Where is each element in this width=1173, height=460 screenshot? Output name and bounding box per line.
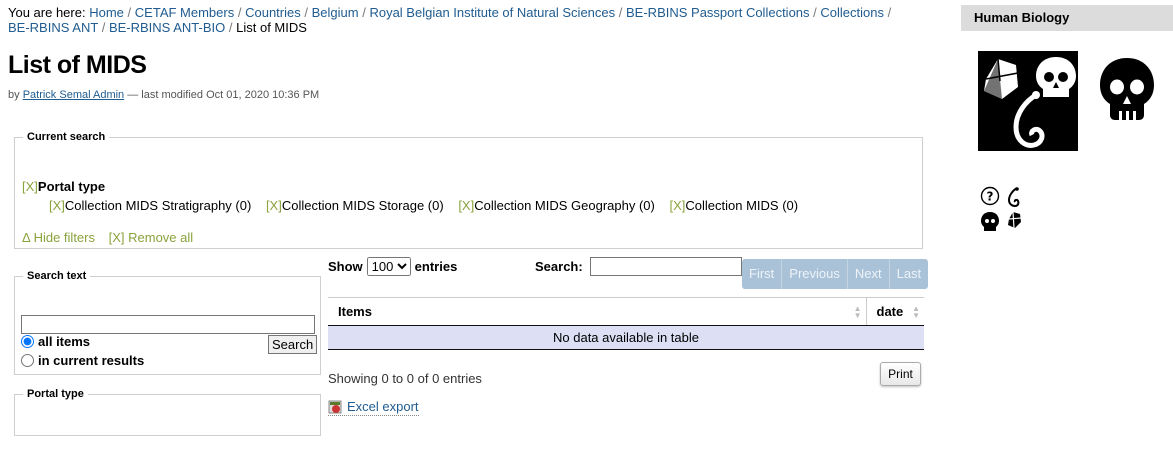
radio-all-items[interactable]: all items — [20, 334, 90, 349]
pager-previous-button[interactable]: Previous — [782, 259, 848, 289]
search-text-panel: Search text Search all items in current … — [14, 270, 321, 375]
filter-actions: Δ Hide filters [X] Remove all — [22, 230, 203, 245]
page-length-select[interactable]: 100 — [366, 257, 411, 276]
page-title: List of MIDS — [8, 51, 147, 79]
portal-type-panel: Portal type — [14, 388, 321, 436]
pagination: First Previous Next Last — [742, 259, 929, 289]
portlet-icons: ? — [980, 186, 1022, 231]
radio-current-results-input[interactable] — [21, 354, 34, 367]
pager-last-button[interactable]: Last — [889, 259, 929, 289]
skull-icon[interactable] — [981, 212, 999, 231]
svg-text:?: ? — [987, 190, 994, 204]
excel-export-link[interactable]: Excel export — [328, 399, 419, 416]
breadcrumb-rbins-ant[interactable]: BE-RBINS ANT — [8, 20, 98, 35]
breadcrumb-rbins[interactable]: Royal Belgian Institute of Natural Scien… — [369, 5, 615, 20]
byline: by Patrick Semal Admin — last modified O… — [8, 89, 320, 101]
author-link[interactable]: Patrick Semal Admin — [23, 89, 124, 101]
excel-icon — [328, 400, 342, 413]
table-row: No data available in table — [328, 325, 924, 350]
sort-icon: ▲ ▼ — [912, 304, 920, 320]
breadcrumb-passport-collections[interactable]: BE-RBINS Passport Collections — [626, 5, 810, 20]
page-length-control: Show 100 entries — [328, 257, 457, 276]
column-header-date[interactable]: date ▲ ▼ — [865, 297, 924, 326]
breadcrumb-cetaf-members[interactable]: CETAF Members — [135, 5, 234, 20]
breadcrumb-prefix: You are here: — [8, 5, 86, 20]
print-button[interactable]: Print — [880, 362, 921, 386]
breadcrumb-countries[interactable]: Countries — [245, 5, 301, 20]
table-info: Showing 0 to 0 of 0 entries — [328, 371, 482, 386]
search-text-input[interactable] — [21, 315, 315, 334]
remove-all-link[interactable]: [X] Remove all — [109, 230, 194, 245]
empty-table-message: No data available in table — [328, 325, 924, 350]
portlet-title: Human Biology — [961, 5, 1173, 31]
column-header-items[interactable]: Items ▲ ▼ — [328, 297, 866, 326]
radio-all-items-input[interactable] — [21, 335, 34, 348]
portal-type-legend: Portal type — [27, 388, 84, 400]
filter-item-storage[interactable]: [X]Collection MIDS Storage (0) — [266, 198, 444, 213]
remove-portal-type-button[interactable]: [X] — [22, 179, 38, 194]
breadcrumb-current: List of MIDS — [236, 20, 307, 35]
modified-date: — last modified Oct 01, 2020 10:36 PM — [127, 89, 320, 101]
filter-item-geography[interactable]: [X]Collection MIDS Geography (0) — [458, 198, 655, 213]
hide-filters-link[interactable]: Δ Hide filters — [22, 230, 95, 245]
hook-icon[interactable] — [1007, 187, 1020, 208]
search-text-legend: Search text — [27, 270, 87, 282]
pager-next-button[interactable]: Next — [847, 259, 890, 289]
help-icon[interactable]: ? — [980, 186, 1000, 206]
current-search-panel: Current search [X]Portal type [X]Collect… — [14, 131, 923, 249]
breadcrumb-collections[interactable]: Collections — [820, 5, 884, 20]
pager-first-button[interactable]: First — [742, 259, 783, 289]
portal-type-filter-group: [X]Portal type — [22, 179, 105, 194]
portal-type-filter-label: Portal type — [37, 179, 106, 194]
logo-graphic — [984, 57, 1076, 148]
table-search-input[interactable] — [589, 257, 742, 276]
breadcrumb-home[interactable]: Home — [89, 5, 124, 20]
filter-item-stratigraphy[interactable]: [X]Collection MIDS Stratigraphy (0) — [49, 198, 251, 213]
radio-current-results[interactable]: in current results — [20, 353, 144, 368]
breadcrumb-rbins-ant-bio[interactable]: BE-RBINS ANT-BIO — [109, 20, 225, 35]
breadcrumb-belgium[interactable]: Belgium — [312, 5, 359, 20]
breadcrumb: You are here: Home / CETAF Members / Cou… — [8, 5, 892, 35]
human-biology-logo — [978, 51, 1078, 151]
sort-icon: ▲ ▼ — [853, 304, 862, 320]
filter-item-mids[interactable]: [X]Collection MIDS (0) — [669, 198, 798, 213]
skull-image — [1100, 58, 1154, 120]
active-filters: [X]Collection MIDS Stratigraphy (0) [X]C… — [49, 198, 809, 213]
table-search: Search: — [535, 257, 742, 276]
crystal-icon[interactable] — [1008, 211, 1022, 229]
search-button[interactable]: Search — [268, 335, 318, 354]
current-search-legend: Current search — [27, 131, 106, 143]
results-table: Items ▲ ▼ date ▲ ▼ No data available in ta… — [328, 297, 924, 350]
